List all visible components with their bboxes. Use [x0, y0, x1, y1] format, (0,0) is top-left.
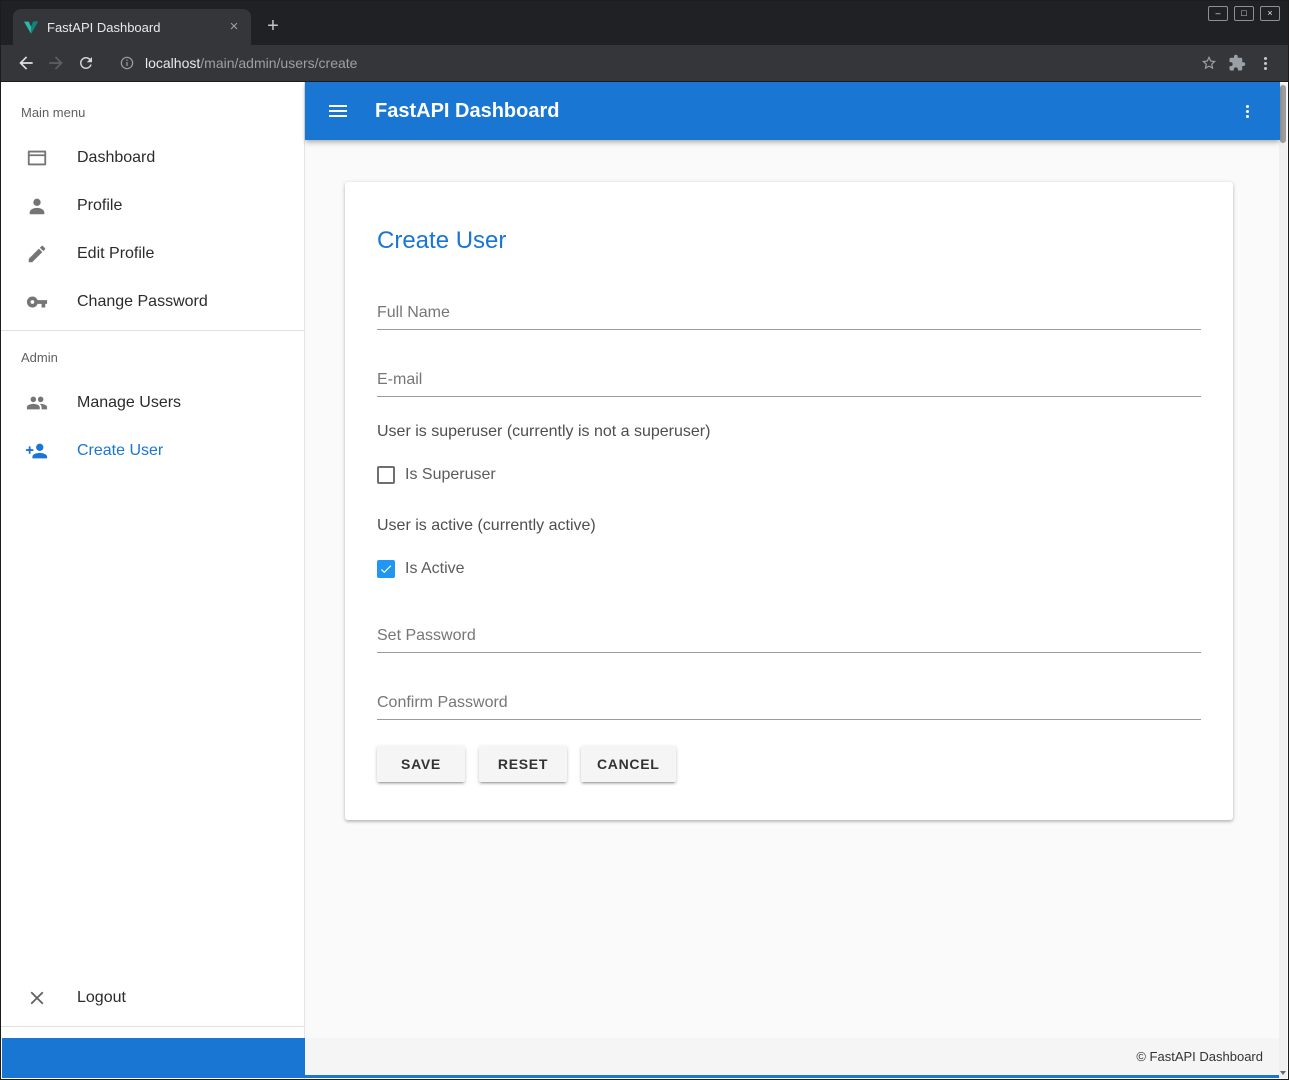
sidebar-item-dashboard[interactable]: Dashboard	[1, 134, 304, 182]
sidebar-divider	[1, 330, 304, 331]
app-footer: © FastAPI Dashboard	[2, 1038, 1279, 1078]
forward-icon[interactable]	[41, 49, 71, 77]
browser-window: FastAPI Dashboard × + – □ × localhost/ma…	[0, 0, 1289, 1080]
window-close-button[interactable]: ×	[1260, 6, 1280, 21]
person-icon	[25, 195, 49, 217]
create-user-card: Create User User is superuser (currently…	[345, 182, 1233, 820]
cancel-button[interactable]: CANCEL	[581, 746, 676, 782]
new-tab-button[interactable]: +	[259, 13, 287, 41]
sidebar-item-label: Dashboard	[77, 149, 155, 167]
sidebar-item-manage-users[interactable]: Manage Users	[1, 379, 304, 427]
sidebar-item-label: Edit Profile	[77, 245, 154, 263]
full-name-field	[377, 304, 1201, 330]
sidebar-item-logout[interactable]: Logout	[1, 974, 304, 1022]
sidebar-item-create-user[interactable]: Create User	[1, 427, 304, 475]
close-x-icon	[25, 987, 49, 1009]
copyright-text: © FastAPI Dashboard	[1136, 1049, 1263, 1064]
checkmark-icon	[379, 562, 393, 576]
sidebar: Main menu Dashboard Profile Edit Profile	[1, 82, 305, 1079]
browser-toolbar: localhost/main/admin/users/create	[1, 45, 1288, 82]
url-text: localhost/main/admin/users/create	[145, 55, 357, 71]
active-hint: User is active (currently active)	[377, 515, 1201, 537]
people-icon	[25, 392, 49, 414]
address-bar[interactable]: localhost/main/admin/users/create	[109, 49, 1192, 77]
hamburger-menu-icon[interactable]	[329, 102, 353, 120]
scrollbar-down-arrow-icon[interactable]	[1280, 1071, 1286, 1075]
main-column: FastAPI Dashboard Create User User is su…	[305, 82, 1280, 1079]
person-add-icon	[25, 440, 49, 462]
email-field	[377, 371, 1201, 397]
email-input[interactable]	[377, 371, 1201, 397]
superuser-hint: User is superuser (currently is not a su…	[377, 421, 1201, 443]
scrollbar-thumb[interactable]	[1280, 85, 1286, 143]
app-bar: FastAPI Dashboard	[305, 82, 1280, 140]
browser-tab[interactable]: FastAPI Dashboard ×	[13, 9, 251, 45]
extensions-icon[interactable]	[1228, 54, 1246, 72]
sidebar-item-edit-profile[interactable]: Edit Profile	[1, 230, 304, 278]
superuser-checkbox-row[interactable]: Is Superuser	[377, 463, 1201, 487]
pencil-icon	[25, 243, 49, 265]
window-minimize-button[interactable]: –	[1208, 6, 1228, 21]
back-icon[interactable]	[11, 49, 41, 77]
appbar-title: FastAPI Dashboard	[375, 100, 559, 123]
reset-button[interactable]: RESET	[479, 746, 567, 782]
key-icon	[25, 291, 49, 313]
footer-panel: © FastAPI Dashboard	[305, 1038, 1279, 1075]
sidebar-divider	[1, 1026, 304, 1027]
superuser-checkbox[interactable]	[377, 466, 395, 484]
sidebar-spacer	[1, 475, 304, 974]
confirm-password-field	[377, 694, 1201, 720]
dashboard-icon	[25, 147, 49, 169]
form-actions: SAVE RESET CANCEL	[377, 746, 1201, 782]
page-title: Create User	[377, 226, 1201, 256]
confirm-password-input[interactable]	[377, 694, 1201, 720]
active-checkbox[interactable]	[377, 560, 395, 578]
sidebar-item-label: Change Password	[77, 293, 208, 311]
save-button[interactable]: SAVE	[377, 746, 465, 782]
sidebar-item-change-password[interactable]: Change Password	[1, 278, 304, 326]
window-controls: – □ ×	[1208, 6, 1280, 21]
browser-menu-icon[interactable]	[1256, 55, 1274, 72]
full-name-input[interactable]	[377, 304, 1201, 330]
sidebar-item-label: Manage Users	[77, 394, 181, 412]
content-area: Create User User is superuser (currently…	[305, 140, 1280, 1079]
page-scrollbar[interactable]	[1279, 83, 1287, 1078]
sidebar-item-label: Profile	[77, 197, 122, 215]
toolbar-right-icons	[1200, 54, 1278, 72]
appbar-menu-icon[interactable]	[1238, 103, 1256, 120]
active-checkbox-row[interactable]: Is Active	[377, 557, 1201, 581]
app-body: Main menu Dashboard Profile Edit Profile	[1, 82, 1288, 1079]
sidebar-item-profile[interactable]: Profile	[1, 182, 304, 230]
tab-title: FastAPI Dashboard	[47, 20, 225, 35]
reload-icon[interactable]	[71, 49, 101, 77]
sidebar-caption-main-menu: Main menu	[1, 90, 304, 134]
tab-strip: FastAPI Dashboard × + – □ ×	[1, 1, 1288, 45]
url-host: localhost	[145, 55, 200, 71]
bookmark-star-icon[interactable]	[1200, 54, 1218, 72]
active-checkbox-label[interactable]: Is Active	[405, 560, 465, 578]
sidebar-item-label: Logout	[77, 989, 126, 1007]
sidebar-item-label: Create User	[77, 442, 163, 460]
set-password-input[interactable]	[377, 627, 1201, 653]
window-maximize-button[interactable]: □	[1234, 6, 1254, 21]
superuser-checkbox-label[interactable]: Is Superuser	[405, 466, 496, 484]
tab-close-icon[interactable]: ×	[225, 18, 243, 36]
site-favicon-icon	[23, 19, 39, 35]
url-path: /main/admin/users/create	[200, 55, 357, 71]
sidebar-caption-admin: Admin	[1, 335, 304, 379]
site-info-icon[interactable]	[119, 55, 135, 71]
set-password-field	[377, 627, 1201, 653]
